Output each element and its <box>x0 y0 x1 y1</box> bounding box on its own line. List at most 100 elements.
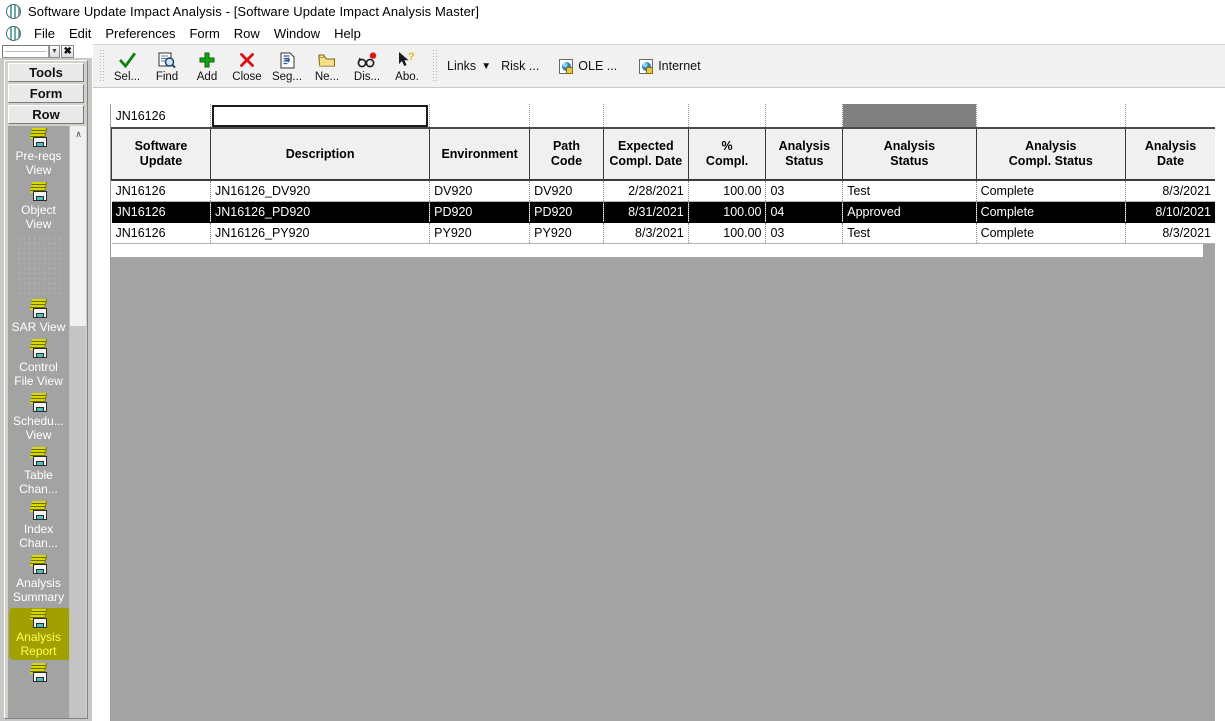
cell-analysis-date[interactable]: 8/3/2021 <box>1125 180 1215 202</box>
sidebar-item-next-partial[interactable] <box>8 661 69 687</box>
grid-scroll-region[interactable]: JN16126 Software Update Description Envi… <box>110 104 1215 721</box>
links-menu[interactable]: Links ▼ <box>442 54 496 78</box>
cell-analysis-compl-status[interactable]: Complete <box>976 180 1127 202</box>
cell-analysis-compl-status[interactable]: Complete <box>976 201 1127 223</box>
sidebar-item-control-file-view[interactable]: Control File View <box>8 337 69 391</box>
sidebar-item-partial-render[interactable] <box>8 234 69 297</box>
filter-cell-environment[interactable] <box>429 104 531 129</box>
cell-expected-compl-date[interactable]: 8/3/2021 <box>603 222 689 244</box>
close-button[interactable]: Close <box>227 46 267 86</box>
chevron-down-icon[interactable]: ▼ <box>48 45 61 58</box>
cell-software-update[interactable]: JN16126 <box>111 180 211 202</box>
column-header-analysis-compl-status[interactable]: Analysis Compl. Status <box>976 128 1127 181</box>
filter-cell-pct-compl[interactable] <box>688 104 767 129</box>
cell-software-update[interactable]: JN16126 <box>111 201 211 223</box>
cell-description[interactable]: JN16126_PD920 <box>210 201 431 223</box>
cell-description[interactable]: JN16126_PY920 <box>210 222 431 244</box>
filter-cell-analysis-status-code[interactable] <box>765 104 844 129</box>
cell-expected-compl-date[interactable]: 8/31/2021 <box>603 201 689 223</box>
table-row[interactable]: JN16126 JN16126_DV920 DV920 DV920 2/28/2… <box>111 180 1215 202</box>
cell-expected-compl-date[interactable]: 2/28/2021 <box>603 180 689 202</box>
grid-container: JN16126 Software Update Description Envi… <box>110 104 1215 721</box>
cell-analysis-status-code[interactable]: 03 <box>765 222 844 244</box>
sidebar-tab-tools[interactable]: Tools <box>8 63 84 82</box>
filter-cell-path-code[interactable] <box>529 104 604 129</box>
menu-item-row[interactable]: Row <box>227 25 267 42</box>
cell-analysis-status-desc[interactable]: Test <box>842 180 977 202</box>
column-header-analysis-status-desc[interactable]: Analysis Status <box>842 128 977 181</box>
sidebar-item-pre-reqs-view[interactable]: Pre-reqs View <box>8 126 69 180</box>
column-header-analysis-date[interactable]: Analysis Date <box>1125 128 1215 181</box>
filter-cell-software-update[interactable]: JN16126 <box>111 104 211 129</box>
toolbar-grip[interactable] <box>99 49 104 83</box>
cell-analysis-status-desc[interactable]: Test <box>842 222 977 244</box>
ole-button[interactable]: OLE ... <box>554 54 622 78</box>
risk-button[interactable]: Risk ... <box>496 54 544 78</box>
description-filter-input[interactable] <box>211 104 429 127</box>
menu-item-file[interactable]: File <box>27 25 62 42</box>
sidebar-item-sar-view[interactable]: SAR View <box>8 297 69 337</box>
mdi-combo-field[interactable] <box>2 45 49 58</box>
new-button[interactable]: Ne... <box>307 46 347 86</box>
table-row[interactable]: JN16126 JN16126_PD920 PD920 PD920 8/31/2… <box>111 201 1215 223</box>
display-button[interactable]: Dis... <box>347 46 387 86</box>
column-header-environment[interactable]: Environment <box>429 128 531 181</box>
filter-cell-analysis-date[interactable] <box>1125 104 1215 129</box>
cell-pct-compl[interactable]: 100.00 <box>688 222 767 244</box>
cell-analysis-compl-status[interactable]: Complete <box>976 222 1127 244</box>
about-button[interactable]: ? Abo. <box>387 46 427 86</box>
filter-cell-analysis-compl-status[interactable] <box>976 104 1127 129</box>
document-system-menu-icon[interactable] <box>6 26 21 41</box>
scroll-up-icon[interactable]: ∧ <box>70 126 86 143</box>
column-header-software-update[interactable]: Software Update <box>111 128 211 181</box>
cell-path-code[interactable]: PY920 <box>529 222 604 244</box>
table-row[interactable]: JN16126 JN16126_PY920 PY920 PY920 8/3/20… <box>111 222 1215 244</box>
filter-cell-expected-compl-date[interactable] <box>603 104 689 129</box>
cell-pct-compl[interactable]: 100.00 <box>688 180 767 202</box>
sidebar-item-object-view[interactable]: Object View <box>8 180 69 234</box>
sidebar-item-table-changes[interactable]: Table Chan... <box>8 445 69 499</box>
select-button[interactable]: Sel... <box>107 46 147 86</box>
sidebar-tab-form[interactable]: Form <box>8 84 84 103</box>
find-button[interactable]: Find <box>147 46 187 86</box>
cell-path-code[interactable]: PD920 <box>529 201 604 223</box>
column-header-description[interactable]: Description <box>210 128 431 181</box>
menu-item-help[interactable]: Help <box>327 25 368 42</box>
menu-item-preferences[interactable]: Preferences <box>98 25 182 42</box>
column-header-path-code[interactable]: Path Code <box>529 128 604 181</box>
internet-button[interactable]: Internet <box>634 54 705 78</box>
cell-path-code[interactable]: DV920 <box>529 180 604 202</box>
cell-analysis-status-code[interactable]: 04 <box>765 201 844 223</box>
cell-description[interactable]: JN16126_DV920 <box>210 180 431 202</box>
cell-environment[interactable]: DV920 <box>429 180 531 202</box>
segment-button-label: Seg... <box>271 70 303 83</box>
sidebar-scrollbar[interactable]: ∧ <box>69 126 86 718</box>
cell-software-update[interactable]: JN16126 <box>111 222 211 244</box>
cell-analysis-date[interactable]: 8/3/2021 <box>1125 222 1215 244</box>
column-header-pct-compl[interactable]: % Compl. <box>688 128 767 181</box>
sidebar-item-analysis-summary[interactable]: Analysis Summary <box>8 553 69 607</box>
filter-cell-analysis-status-desc[interactable] <box>842 104 977 129</box>
add-button[interactable]: Add <box>187 46 227 86</box>
cell-analysis-status-code[interactable]: 03 <box>765 180 844 202</box>
cell-pct-compl[interactable]: 100.00 <box>688 201 767 223</box>
menu-item-edit[interactable]: Edit <box>62 25 98 42</box>
query-filter-row[interactable]: JN16126 <box>111 104 1215 129</box>
segment-button[interactable]: Seg... <box>267 46 307 86</box>
cell-environment[interactable]: PY920 <box>429 222 531 244</box>
scrollbar-thumb[interactable] <box>70 326 86 718</box>
menu-item-window[interactable]: Window <box>267 25 327 42</box>
filter-cell-description[interactable] <box>210 104 431 129</box>
cell-analysis-date[interactable]: 8/10/2021 <box>1125 201 1215 223</box>
sidebar-item-index-changes[interactable]: Index Chan... <box>8 499 69 553</box>
mdi-window-combo[interactable]: ▼ ✖ <box>2 44 74 59</box>
menu-item-form[interactable]: Form <box>182 25 226 42</box>
sidebar-item-schedule-view[interactable]: Schedu... View <box>8 391 69 445</box>
column-header-analysis-status-code[interactable]: Analysis Status <box>765 128 844 181</box>
cell-environment[interactable]: PD920 <box>429 201 531 223</box>
sidebar-tab-row[interactable]: Row <box>8 105 84 124</box>
column-header-expected-compl-date[interactable]: Expected Compl. Date <box>603 128 689 181</box>
cell-analysis-status-desc[interactable]: Approved <box>842 201 977 223</box>
close-icon[interactable]: ✖ <box>61 45 74 58</box>
sidebar-item-analysis-report[interactable]: Analysis Report <box>8 607 72 661</box>
